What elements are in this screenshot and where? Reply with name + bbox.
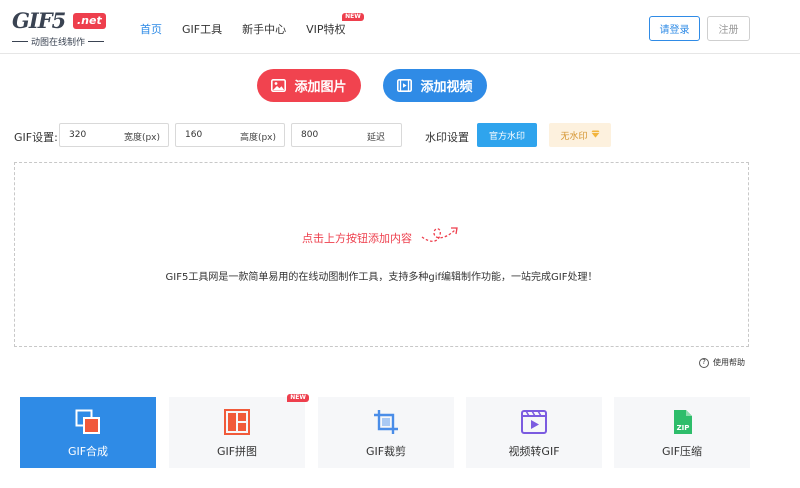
gif-merge-icon: [75, 409, 101, 435]
tool-label: GIF合成: [67, 445, 109, 458]
no-watermark-button[interactable]: 无水印: [549, 123, 611, 147]
logo-badge: .net: [73, 13, 106, 29]
logo-tagline: 动图在线制作: [31, 38, 86, 48]
tool-card-gif-collage[interactable]: NEW GIF拼图: [169, 394, 309, 468]
zip-icon: ZIP: [669, 409, 695, 435]
nav-item-vip[interactable]: VIP特权 NEW: [306, 13, 364, 37]
svg-text:ZIP: ZIP: [677, 424, 690, 432]
watermark-settings-label: 水印设置: [425, 131, 469, 144]
width-input[interactable]: 320 宽度(px): [59, 123, 169, 147]
new-badge: NEW: [287, 394, 309, 402]
login-button[interactable]: 请登录: [649, 16, 700, 41]
tool-card-gif-crop[interactable]: GIF裁剪: [318, 397, 454, 468]
nav-item-home[interactable]: 首页: [140, 21, 162, 37]
add-image-label: 添加图片: [294, 80, 347, 95]
logo-text: GIF5: [12, 8, 66, 33]
width-value: 320: [69, 130, 87, 140]
delay-value: 800: [301, 130, 319, 140]
upload-dropzone[interactable]: 点击上方按钮添加内容 GIF5工具网是一款简单易用的在线动图制作工具，支持多种g…: [14, 162, 749, 347]
tool-label: GIF压缩: [661, 445, 703, 458]
tool-card-gif-compress[interactable]: ZIP GIF压缩: [614, 397, 750, 468]
nav-item-gif-tools[interactable]: GIF工具: [182, 21, 222, 37]
crop-icon: [373, 409, 399, 435]
add-image-button[interactable]: 添加图片: [257, 69, 361, 102]
question-icon: ?: [699, 357, 709, 368]
video-to-gif-icon: [521, 409, 547, 435]
delay-unit: 延迟: [366, 133, 385, 143]
tool-card-video-to-gif[interactable]: 视频转GIF: [466, 397, 602, 468]
tool-card-gif-merge[interactable]: GIF合成: [20, 397, 156, 468]
help-link[interactable]: ? 使用帮助: [699, 357, 745, 368]
new-badge: NEW: [342, 13, 364, 21]
register-button[interactable]: 注册: [707, 16, 750, 41]
site-logo[interactable]: GIF5 .net 动图在线制作: [12, 8, 112, 48]
delay-input[interactable]: 800 延迟: [291, 123, 402, 147]
logo-tagline-row: 动图在线制作: [12, 35, 112, 48]
dropzone-description: GIF5工具网是一款简单易用的在线动图制作工具，支持多种gif编辑制作功能，一站…: [165, 272, 598, 283]
gif-collage-icon: [224, 409, 250, 435]
main-nav: 首页 GIF工具 新手中心 VIP特权 NEW: [140, 13, 366, 37]
add-video-button[interactable]: 添加视频: [383, 69, 487, 102]
top-header: GIF5 .net 动图在线制作 首页 GIF工具 新手中心 VIP特权 NEW…: [0, 0, 800, 54]
height-unit: 高度(px): [239, 133, 276, 143]
curly-arrow-icon: [420, 219, 466, 251]
width-unit: 宽度(px): [123, 133, 160, 143]
gif-settings-label: GIF设置:: [14, 131, 58, 144]
image-icon: [271, 79, 287, 92]
tool-label: GIF裁剪: [365, 445, 407, 458]
height-input[interactable]: 160 高度(px): [175, 123, 285, 147]
official-watermark-button[interactable]: 官方水印: [477, 123, 537, 147]
help-label: 使用帮助: [713, 358, 745, 367]
no-watermark-label: 无水印: [560, 131, 588, 142]
diamond-icon: [590, 130, 600, 141]
tool-label: GIF拼图: [216, 445, 258, 458]
film-icon: [397, 79, 413, 92]
nav-item-beginner-center[interactable]: 新手中心: [242, 21, 286, 37]
add-video-label: 添加视频: [420, 80, 473, 95]
tool-label: 视频转GIF: [508, 445, 560, 458]
height-value: 160: [185, 130, 203, 140]
dropzone-hint: 点击上方按钮添加内容: [302, 232, 412, 245]
